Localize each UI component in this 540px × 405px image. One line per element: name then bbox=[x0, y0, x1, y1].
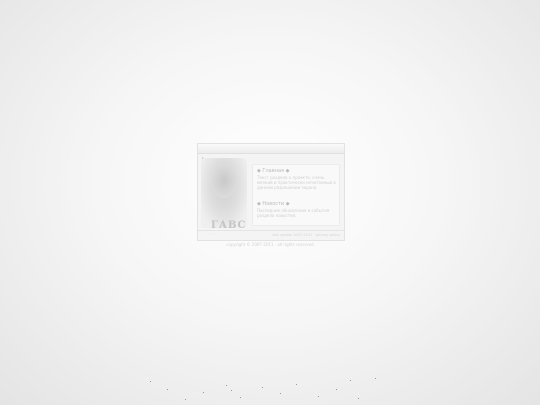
copyright-text: copyright © 2007-2011 · all rights reser… bbox=[226, 242, 314, 247]
decor-speck bbox=[375, 378, 376, 379]
decor-speck bbox=[318, 396, 319, 397]
decor-speck bbox=[226, 385, 227, 386]
decor-speck bbox=[296, 384, 297, 385]
portrait-face bbox=[211, 164, 237, 198]
decor-speck bbox=[280, 393, 281, 394]
card-title-bar bbox=[198, 144, 344, 154]
news-heading: ◆ Новости ◆ bbox=[257, 201, 290, 207]
decor-speck bbox=[262, 387, 263, 388]
intro-card: ГАВС ◆ Главная ◆ Текст раздела о проекте… bbox=[197, 143, 345, 241]
decor-speck bbox=[358, 398, 359, 399]
news-text: Последние обновления и события раздела н… bbox=[257, 208, 330, 218]
decor-speck bbox=[231, 390, 232, 391]
decor-speck bbox=[350, 380, 351, 381]
decor-speck bbox=[150, 381, 151, 382]
portrait-image: ГАВС bbox=[201, 158, 247, 231]
footer-info: last update 2007-2011 · privacy policy bbox=[272, 233, 340, 237]
card-footer: · · · · · · last update 2007-2011 · priv… bbox=[198, 230, 344, 240]
decor-speck bbox=[203, 392, 204, 393]
decor-speck bbox=[240, 397, 241, 398]
decor-speck bbox=[167, 389, 168, 390]
footer-links[interactable]: · · · · · · bbox=[206, 233, 218, 237]
about-text: Текст раздела о проекте, очень мелкий и … bbox=[257, 175, 336, 190]
about-heading: ◆ Главная ◆ bbox=[257, 168, 290, 174]
decor-speck bbox=[336, 389, 337, 390]
info-panel: ◆ Главная ◆ Текст раздела о проекте, оче… bbox=[252, 164, 340, 226]
decor-speck bbox=[185, 399, 186, 400]
